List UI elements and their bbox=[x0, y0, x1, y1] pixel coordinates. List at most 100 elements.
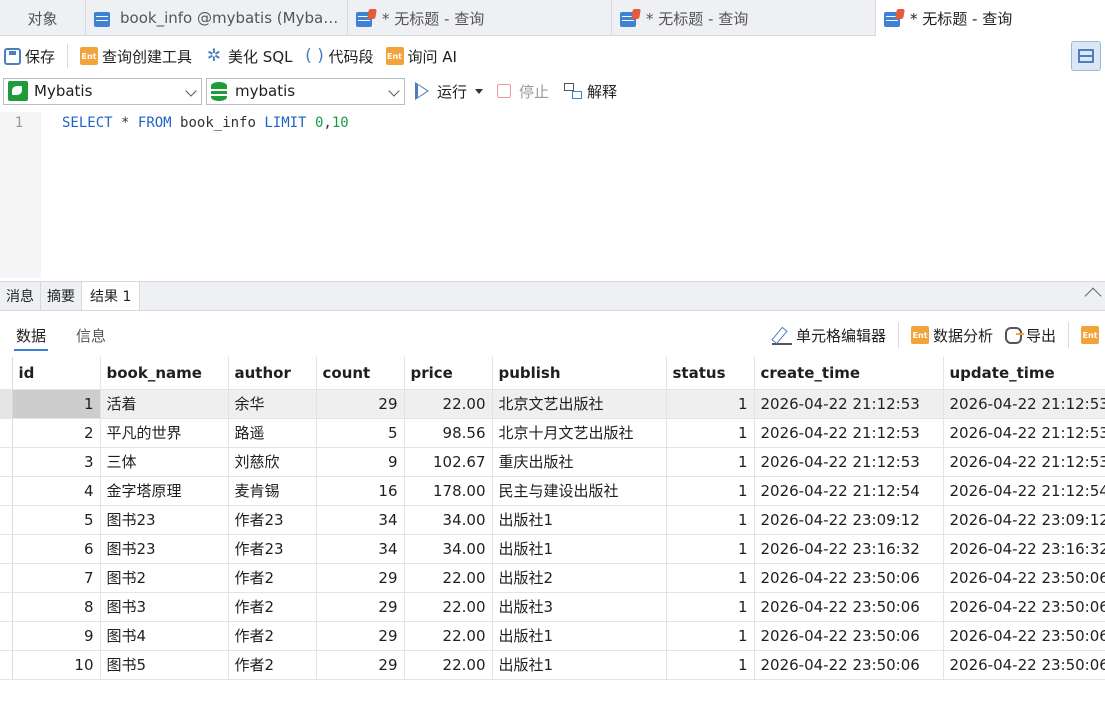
subtab-data[interactable]: 数据 bbox=[13, 313, 49, 357]
cell-price[interactable]: 178.00 bbox=[404, 476, 493, 506]
stop-button[interactable]: 停止 bbox=[497, 81, 549, 102]
cell-book-name[interactable]: 平凡的世界 bbox=[100, 418, 229, 448]
export-button[interactable]: 导出 bbox=[1004, 325, 1056, 346]
row-header[interactable] bbox=[0, 505, 13, 535]
cell-editor-button[interactable]: 单元格编辑器 bbox=[771, 325, 886, 346]
cell-publish[interactable]: 北京文艺出版社 bbox=[492, 389, 667, 419]
column-header-count[interactable]: count bbox=[316, 357, 405, 390]
cell-publish[interactable]: 重庆出版社 bbox=[492, 447, 667, 477]
column-header-create-time[interactable]: create_time bbox=[754, 357, 944, 390]
beautify-sql-button[interactable]: ✲ 美化 SQL bbox=[204, 46, 293, 67]
cell-price[interactable]: 34.00 bbox=[404, 534, 493, 564]
column-header-author[interactable]: author bbox=[228, 357, 317, 390]
table-row[interactable]: 7 图书2 作者2 29 22.00 出版社2 1 2026-04-22 23:50:06 20… bbox=[0, 563, 1105, 593]
cell-count[interactable]: 34 bbox=[316, 534, 405, 564]
cell-author[interactable]: 刘慈欣 bbox=[228, 447, 317, 477]
cell-price[interactable]: 22.00 bbox=[404, 389, 493, 419]
cell-id[interactable]: 7 bbox=[12, 563, 101, 593]
subtab-info[interactable]: 信息 bbox=[76, 313, 106, 357]
tab-query-2[interactable]: * 无标题 - 查询 bbox=[612, 0, 876, 36]
cell-author[interactable]: 作者2 bbox=[228, 592, 317, 622]
cell-book-name[interactable]: 图书5 bbox=[100, 650, 229, 681]
cell-publish[interactable]: 出版社3 bbox=[492, 592, 667, 622]
row-header[interactable] bbox=[0, 621, 13, 651]
cell-book-name[interactable]: 图书23 bbox=[100, 505, 229, 535]
cell-id[interactable]: 10 bbox=[12, 650, 101, 681]
more-tools-button[interactable]: Ent bbox=[1081, 326, 1105, 344]
cell-author[interactable]: 作者2 bbox=[228, 563, 317, 593]
cell-status[interactable]: 1 bbox=[666, 447, 755, 477]
cell-price[interactable]: 34.00 bbox=[404, 505, 493, 535]
cell-price[interactable]: 22.00 bbox=[404, 592, 493, 622]
cell-update-time[interactable]: 2026-04-22 21:12:53 bbox=[943, 389, 1105, 419]
explain-button[interactable]: 解释 bbox=[563, 81, 617, 102]
cell-status[interactable]: 1 bbox=[666, 592, 755, 622]
cell-price[interactable]: 22.00 bbox=[404, 563, 493, 593]
table-row[interactable]: 10 图书5 作者2 29 22.00 出版社1 1 2026-04-22 23:50:06 2… bbox=[0, 650, 1105, 681]
cell-create-time[interactable]: 2026-04-22 21:12:53 bbox=[754, 389, 944, 419]
cell-book-name[interactable]: 金字塔原理 bbox=[100, 476, 229, 506]
cell-count[interactable]: 16 bbox=[316, 476, 405, 506]
cell-book-name[interactable]: 活着 bbox=[100, 389, 229, 419]
table-row[interactable]: 3 三体 刘慈欣 9 102.67 重庆出版社 1 2026-04-22 21:12:53 20… bbox=[0, 447, 1105, 477]
cell-status[interactable]: 1 bbox=[666, 505, 755, 535]
cell-status[interactable]: 1 bbox=[666, 418, 755, 448]
tab-summary[interactable]: 摘要 bbox=[41, 281, 82, 310]
table-row[interactable]: 8 图书3 作者2 29 22.00 出版社3 1 2026-04-22 23:50:06 20… bbox=[0, 592, 1105, 622]
cell-publish[interactable]: 出版社1 bbox=[492, 534, 667, 564]
cell-id[interactable]: 1 bbox=[12, 389, 101, 419]
ask-ai-button[interactable]: Ent 询问 AI bbox=[385, 46, 457, 67]
row-header[interactable] bbox=[0, 476, 13, 506]
run-dropdown-icon[interactable] bbox=[475, 88, 484, 94]
row-header[interactable] bbox=[0, 447, 13, 477]
column-header-book-name[interactable]: book_name bbox=[100, 357, 229, 390]
cell-update-time[interactable]: 2026-04-22 23:09:12 bbox=[943, 505, 1105, 535]
row-header[interactable] bbox=[0, 650, 13, 681]
cell-update-time[interactable]: 2026-04-22 23:50:06 bbox=[943, 650, 1105, 681]
cell-update-time[interactable]: 2026-04-22 21:12:53 bbox=[943, 418, 1105, 448]
cell-status[interactable]: 1 bbox=[666, 534, 755, 564]
row-header[interactable] bbox=[0, 389, 13, 419]
cell-publish[interactable]: 出版社1 bbox=[492, 650, 667, 681]
table-row[interactable]: 2 平凡的世界 路遥 5 98.56 北京十月文艺出版社 1 2026-04-22 21:12… bbox=[0, 418, 1105, 448]
column-header-price[interactable]: price bbox=[404, 357, 493, 390]
cell-price[interactable]: 22.00 bbox=[404, 650, 493, 681]
cell-id[interactable]: 2 bbox=[12, 418, 101, 448]
row-header[interactable] bbox=[0, 534, 13, 564]
cell-count[interactable]: 29 bbox=[316, 621, 405, 651]
cell-id[interactable]: 8 bbox=[12, 592, 101, 622]
column-header-update-time[interactable]: update_time bbox=[943, 357, 1105, 390]
cell-create-time[interactable]: 2026-04-22 23:50:06 bbox=[754, 563, 944, 593]
cell-book-name[interactable]: 图书23 bbox=[100, 534, 229, 564]
cell-count[interactable]: 9 bbox=[316, 447, 405, 477]
cell-price[interactable]: 22.00 bbox=[404, 621, 493, 651]
column-header-id[interactable]: id bbox=[12, 357, 101, 390]
cell-count[interactable]: 5 bbox=[316, 418, 405, 448]
cell-create-time[interactable]: 2026-04-22 23:09:12 bbox=[754, 505, 944, 535]
table-row[interactable]: 4 金字塔原理 麦肯锡 16 178.00 民主与建设出版社 1 2026-04-22 21:… bbox=[0, 476, 1105, 506]
cell-publish[interactable]: 北京十月文艺出版社 bbox=[492, 418, 667, 448]
cell-status[interactable]: 1 bbox=[666, 650, 755, 681]
database-select[interactable]: mybatis bbox=[206, 77, 405, 105]
cell-author[interactable]: 作者23 bbox=[228, 534, 317, 564]
tab-book-info-table[interactable]: book_info @mybatis (Mybatis... bbox=[86, 0, 348, 36]
row-header[interactable] bbox=[0, 563, 13, 593]
cell-count[interactable]: 34 bbox=[316, 505, 405, 535]
cell-author[interactable]: 作者23 bbox=[228, 505, 317, 535]
cell-id[interactable]: 3 bbox=[12, 447, 101, 477]
cell-update-time[interactable]: 2026-04-22 21:12:54 bbox=[943, 476, 1105, 506]
cell-create-time[interactable]: 2026-04-22 23:50:06 bbox=[754, 650, 944, 681]
tab-objects[interactable]: 对象 bbox=[0, 0, 86, 36]
tab-query-1[interactable]: * 无标题 - 查询 bbox=[348, 0, 612, 36]
cell-count[interactable]: 29 bbox=[316, 563, 405, 593]
table-row[interactable]: 5 图书23 作者23 34 34.00 出版社1 1 2026-04-22 23:09:12… bbox=[0, 505, 1105, 535]
connection-select[interactable]: Mybatis bbox=[3, 77, 202, 105]
cell-count[interactable]: 29 bbox=[316, 389, 405, 419]
cell-author[interactable]: 路遥 bbox=[228, 418, 317, 448]
table-row[interactable]: 9 图书4 作者2 29 22.00 出版社1 1 2026-04-22 23:50:06 20… bbox=[0, 621, 1105, 651]
cell-book-name[interactable]: 三体 bbox=[100, 447, 229, 477]
cell-book-name[interactable]: 图书4 bbox=[100, 621, 229, 651]
cell-publish[interactable]: 出版社2 bbox=[492, 563, 667, 593]
cell-update-time[interactable]: 2026-04-22 23:50:06 bbox=[943, 621, 1105, 651]
cell-id[interactable]: 6 bbox=[12, 534, 101, 564]
